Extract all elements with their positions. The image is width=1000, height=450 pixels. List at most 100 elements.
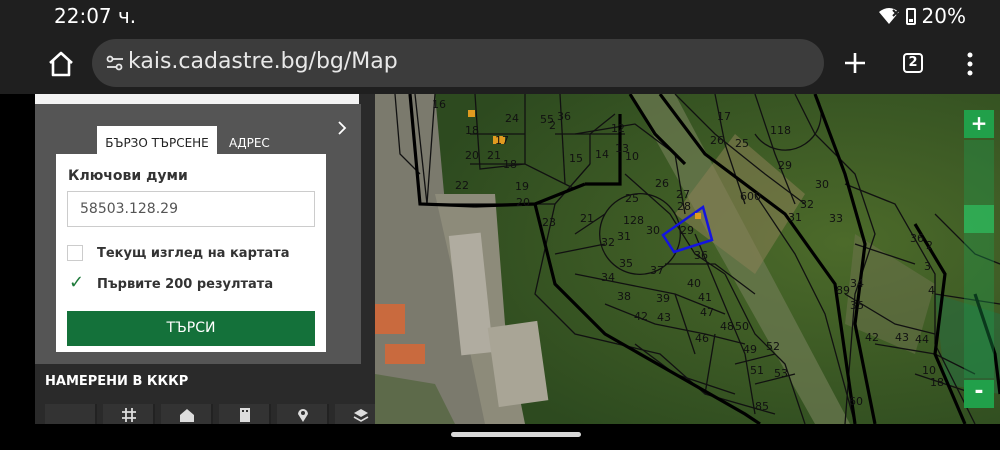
parcel-label: 23 <box>542 216 556 229</box>
parcel-label: 35 <box>619 257 633 270</box>
parcel-label: 43 <box>895 331 909 344</box>
home-icon[interactable] <box>161 404 213 424</box>
parcel-label: 44 <box>915 333 929 346</box>
map-canvas[interactable]: 161820 212255 36241718192 1215 14 13102023 212… <box>375 94 1000 424</box>
parcel-label: 25 <box>625 192 639 205</box>
building-icon[interactable] <box>219 404 271 424</box>
address-bar[interactable]: kais.cadastre.bg/bg/Map <box>92 39 824 87</box>
parcel-label: 36 <box>557 110 571 123</box>
selected-parcel-label: 29 <box>680 224 694 237</box>
results-panel: НАМЕРЕНИ В КККР <box>35 364 375 424</box>
parcel-label: 50 <box>735 320 749 333</box>
parcel-label: 18 <box>465 124 479 137</box>
parcel-label: 42 <box>865 331 879 344</box>
zoom-out-button[interactable]: - <box>964 380 994 408</box>
parcel-label: 41 <box>698 291 712 304</box>
parcel-label: 600 <box>740 190 761 203</box>
system-navigation-bar <box>0 424 1000 450</box>
parcel-label: 118 <box>770 124 791 137</box>
parcel-label: 17 <box>717 110 731 123</box>
first200-option[interactable]: Първите 200 резултата <box>67 272 273 294</box>
parcel-label: 30 <box>815 178 829 191</box>
parcel-label: 40 <box>687 277 701 290</box>
parcel-label: 35 <box>850 299 864 312</box>
status-bar: 22:07 ч. 20% <box>0 0 1000 32</box>
parcel-label: 21 <box>487 149 501 162</box>
location-pin-icon[interactable] <box>277 404 329 424</box>
sidebar-header-strip <box>35 94 359 104</box>
parcel-label: 38 <box>617 290 631 303</box>
parcel-label: 4 <box>928 284 935 297</box>
parcel-label: 89 <box>836 284 850 297</box>
parcel-label: 22 <box>455 179 469 192</box>
browser-toolbar: kais.cadastre.bg/bg/Map 2 <box>0 32 1000 94</box>
parcel-label: 15 <box>569 152 583 165</box>
site-settings-icon[interactable] <box>104 52 126 74</box>
parcel-label: 12 <box>611 122 625 135</box>
parcel-label: 51 <box>750 364 764 377</box>
url-text[interactable]: kais.cadastre.bg/bg/Map <box>128 49 398 74</box>
zoom-in-button[interactable]: + <box>964 110 994 138</box>
chevron-right-icon[interactable] <box>335 120 349 136</box>
parcel-label: 2 <box>549 119 556 132</box>
parcel-label: 32 <box>601 236 615 249</box>
parcel-label: 43 <box>657 311 671 324</box>
tab-switcher-button[interactable]: 2 <box>903 53 923 73</box>
search-button[interactable]: ТЪРСИ <box>67 311 315 346</box>
parcel-label: 31 <box>788 211 802 224</box>
parcel-label: 53 <box>774 367 788 380</box>
parcel-label: 30 <box>646 224 660 237</box>
status-time: 22:07 ч. <box>54 4 137 28</box>
parcel-label: 3 <box>924 260 931 273</box>
parcel-label: 10 <box>625 150 639 163</box>
current-view-label: Текущ изглед на картата <box>97 245 290 261</box>
layers-icon[interactable] <box>335 404 375 424</box>
parcel-label: 18 <box>503 158 517 171</box>
parcel-label: 85 <box>755 400 769 413</box>
parcel-label: 49 <box>743 343 757 356</box>
parcel-label: 18 <box>930 376 944 389</box>
new-tab-icon[interactable] <box>840 48 870 78</box>
results-toolbar <box>45 404 375 424</box>
parcel-label: 39 <box>656 292 670 305</box>
parcel-label: 16 <box>432 98 446 111</box>
wifi-icon <box>878 8 900 24</box>
parcel-label: 60 <box>849 395 863 408</box>
parcel-label: 34 <box>850 277 864 290</box>
sidebar: БЪРЗО ТЪРСЕНЕ АДРЕС Ключови думи 58503.1… <box>35 94 375 424</box>
parcel-label: 28 <box>677 200 691 213</box>
keywords-input[interactable]: 58503.128.29 <box>67 191 315 227</box>
list-icon[interactable] <box>45 404 97 424</box>
current-view-option[interactable]: Текущ изглед на картата <box>67 243 290 263</box>
parcel-label: 29 <box>778 159 792 172</box>
parcel-label: 37 <box>650 264 664 277</box>
parcel-label: 34 <box>601 271 615 284</box>
zoom-slider-thumb[interactable] <box>964 205 994 233</box>
cadastral-map[interactable]: 16 18 20 21 22 55 36 24 17 18 19 2 12 15 14 13 10 20 23 21 2… <box>375 94 1000 424</box>
parcel-label: 25 <box>735 137 749 150</box>
parcel-label: 52 <box>766 340 780 353</box>
zoom-slider-track[interactable] <box>964 140 994 378</box>
battery-level: 20% <box>921 4 966 28</box>
parcel-label: 42 <box>634 310 648 323</box>
parcel-label: 21 <box>580 212 594 225</box>
parcel-label: 36 <box>910 232 924 245</box>
parcel-label: 36 <box>694 249 708 262</box>
parcel-label: 20 <box>516 196 530 209</box>
grid-icon[interactable] <box>103 404 155 424</box>
parcel-label: 31 <box>617 230 631 243</box>
parcel-label: 47 <box>700 306 714 319</box>
parcel-label: 2 <box>926 239 933 252</box>
more-menu-icon[interactable] <box>962 50 978 78</box>
parcel-label: 33 <box>829 212 843 225</box>
parcel-label: 26 <box>710 134 724 147</box>
left-margin <box>0 94 35 424</box>
parcel-label: 26 <box>655 177 669 190</box>
current-view-checkbox[interactable] <box>67 245 83 261</box>
status-icons: 20% <box>878 4 966 28</box>
keywords-label: Ключови думи <box>68 168 188 184</box>
first200-checkbox[interactable] <box>67 272 84 293</box>
home-icon[interactable] <box>46 49 76 79</box>
parcel-label: 32 <box>800 198 814 211</box>
home-gesture-indicator[interactable] <box>451 432 581 437</box>
